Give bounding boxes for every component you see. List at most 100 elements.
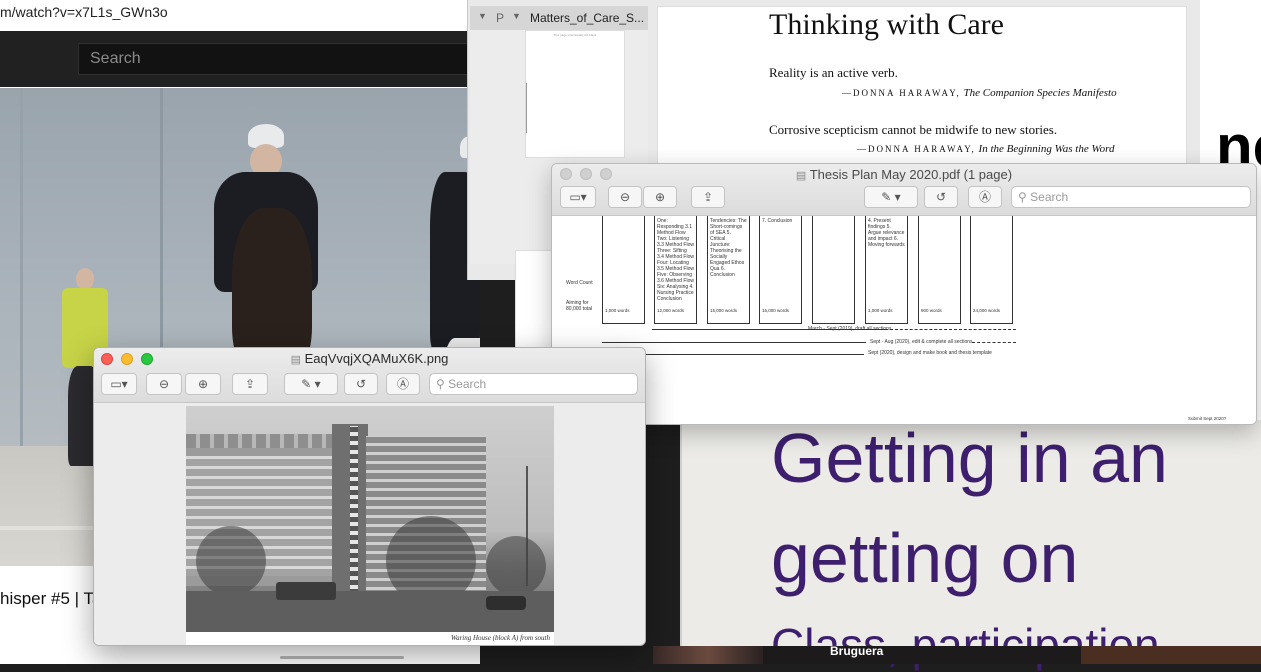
- window-title: ▤ Thesis Plan May 2020.pdf (1 page): [552, 167, 1256, 182]
- search-icon: ⚲: [1018, 190, 1027, 204]
- timeline-note: March - Sept (2019), draft all sections: [808, 326, 892, 332]
- document-icon: ▤: [290, 354, 301, 366]
- sidebar-toggle-button[interactable]: ▭▾: [560, 186, 596, 208]
- epigraph-2-attribution: —DONNA HARAWAY, In the Beginning Was the…: [857, 143, 1115, 155]
- window-toolbar: ▤ Thesis Plan May 2020.pdf (1 page) ▭▾ ⊖…: [552, 164, 1256, 216]
- epigraph-2: Corrosive scepticism cannot be midwife t…: [769, 122, 1058, 137]
- thumb-caption: This page intentionally left blank: [553, 33, 597, 37]
- zoom-out-button[interactable]: ⊖: [608, 186, 642, 208]
- markup-pen-button[interactable]: ✎ ▾: [864, 186, 918, 208]
- sidebar-document-name[interactable]: Matters_of_Care_S...: [530, 11, 644, 25]
- window-title: ▤ EaqVvqjXQAMuX6K.png: [94, 351, 645, 366]
- sidebar-toggle-button[interactable]: ▭▾: [101, 373, 137, 395]
- timeline-line: [602, 342, 866, 343]
- arched-roofline: [186, 434, 336, 448]
- video-title[interactable]: hisper #5 | Ta: [0, 589, 101, 609]
- bus: [276, 582, 336, 600]
- sidebar-icon: ▭▾: [110, 377, 128, 391]
- word-count: 15,000 words: [710, 308, 738, 313]
- zoom-in-icon: ⊕: [197, 377, 209, 391]
- word-count: 15,000 words: [762, 308, 790, 313]
- window-title-text: EaqVvqjXQAMuX6K.png: [304, 351, 449, 366]
- sidebar-icon: ▭▾: [569, 190, 587, 204]
- rotate-icon: ↺: [355, 377, 367, 391]
- preview-window-thesis-plan: ▤ Thesis Plan May 2020.pdf (1 page) ▭▾ ⊖…: [551, 163, 1257, 425]
- photo-caption-strip: Waring House (block A) from south: [186, 632, 554, 645]
- timeline-note: Sept (2020), design and make book and th…: [868, 350, 992, 356]
- search-field[interactable]: ⚲ Search: [1011, 186, 1251, 208]
- attribution-work: The Companion Species Manifesto: [963, 87, 1117, 99]
- url-text[interactable]: m/watch?v=x7L1s_GWn3o: [0, 4, 168, 20]
- slide-heading-line2: getting on: [771, 519, 1079, 597]
- document-icon: ▤: [795, 170, 807, 182]
- markup-icon: Ⓐ: [396, 377, 409, 391]
- row-label: Word Count: [566, 280, 593, 286]
- zoom-out-icon: ⊖: [619, 190, 631, 204]
- youtube-search-input[interactable]: Search: [78, 43, 478, 75]
- rotate-icon: ↺: [935, 190, 947, 204]
- thesis-plan-page: Word Count Aiming for 80,000 total One: …: [552, 216, 1256, 424]
- markup-toolbar-button[interactable]: Ⓐ: [386, 373, 420, 395]
- thumb-rule: [526, 83, 527, 133]
- page-thumbnail[interactable]: This page intentionally left blank: [525, 30, 625, 158]
- slide-bottom-strip: [653, 646, 1261, 664]
- timeline-dashed: [972, 342, 1016, 343]
- rotate-button[interactable]: ↺: [924, 186, 958, 208]
- zoom-in-icon: ⊕: [654, 190, 666, 204]
- address-bar[interactable]: m/watch?v=x7L1s_GWn3o: [0, 0, 480, 26]
- column-text: One: Responding 3.1 Method Flow Two: Lis…: [657, 218, 694, 302]
- sidebar-document-row[interactable]: ▼ P ▼ Matters_of_Care_S...: [470, 6, 648, 30]
- word-count: 1,000 words: [605, 308, 630, 313]
- search-placeholder: Search: [448, 377, 487, 391]
- thumbnail-image: [1081, 646, 1261, 664]
- disclosure-triangle-icon[interactable]: ▼: [478, 11, 487, 21]
- scroll-indicator[interactable]: [280, 656, 404, 659]
- wall-seam: [20, 88, 23, 468]
- slide-heading-line1: Getting in an: [771, 419, 1168, 497]
- search-placeholder: Search: [1030, 190, 1069, 204]
- word-count: 900 words: [921, 308, 942, 313]
- window-toolbar: ▤ EaqVvqjXQAMuX6K.png ▭▾ ⊖ ⊕ ⇪ ✎ ▾ ↺ Ⓐ ⚲…: [94, 348, 645, 403]
- zoom-in-button[interactable]: ⊕: [643, 186, 677, 208]
- share-button[interactable]: ⇪: [691, 186, 725, 208]
- window-column: [350, 426, 358, 594]
- markup-icon: Ⓐ: [978, 190, 991, 204]
- markup-toolbar-button[interactable]: Ⓐ: [968, 186, 1002, 208]
- attribution-author: —DONNA HARAWAY,: [857, 144, 976, 154]
- search-icon: ⚲: [436, 377, 445, 391]
- disclosure-triangle-icon[interactable]: ▼: [512, 11, 521, 21]
- chapter-title: Thinking with Care: [769, 8, 1004, 41]
- share-icon: ⇪: [702, 190, 714, 204]
- word-count: 1,000 words: [868, 308, 893, 313]
- preview-window-image: ▤ EaqVvqjXQAMuX6K.png ▭▾ ⊖ ⊕ ⇪ ✎ ▾ ↺ Ⓐ ⚲…: [93, 347, 646, 646]
- pen-icon: ✎ ▾: [301, 377, 321, 391]
- tree: [486, 536, 546, 596]
- zoom-out-button[interactable]: ⊖: [146, 373, 182, 395]
- share-icon: ⇪: [244, 377, 256, 391]
- photo-caption: Waring House (block A) from south: [450, 634, 550, 642]
- epigraph-1: Reality is an active verb.: [769, 65, 898, 80]
- share-button[interactable]: ⇪: [232, 373, 268, 395]
- car: [486, 596, 526, 610]
- timeline-note: Sept - Aug (2020), edit & complete all s…: [870, 339, 973, 345]
- timeline-dashed: [890, 329, 1016, 330]
- tree: [196, 526, 266, 596]
- pen-icon: ✎ ▾: [881, 190, 901, 204]
- page-footer-note: Submit Sept 2020?: [1188, 416, 1227, 421]
- markup-pen-button[interactable]: ✎ ▾: [284, 373, 338, 395]
- image-canvas: Waring House (block A) from south: [94, 403, 645, 645]
- thumbnail-label: Bruguera: [830, 644, 884, 658]
- page-thumbnail-2[interactable]: [515, 250, 555, 350]
- column-text: Tendencies: The Short-comings of SEA 5. …: [710, 218, 747, 278]
- attribution-work: In the Beginning Was the Word: [978, 143, 1115, 155]
- rotate-button[interactable]: ↺: [344, 373, 378, 395]
- window-title-text: Thesis Plan May 2020.pdf (1 page): [809, 167, 1013, 182]
- slide-divider: [680, 420, 682, 650]
- aiming-label: Aiming for 80,000 total: [566, 300, 593, 312]
- zoom-in-button[interactable]: ⊕: [185, 373, 221, 395]
- officer-head: [76, 268, 94, 290]
- word-count: 24,000 words: [973, 308, 1001, 313]
- sidebar-prefix: P: [496, 11, 505, 25]
- column-text: 7. Conclusion: [762, 218, 793, 224]
- search-field[interactable]: ⚲ Search: [429, 373, 638, 395]
